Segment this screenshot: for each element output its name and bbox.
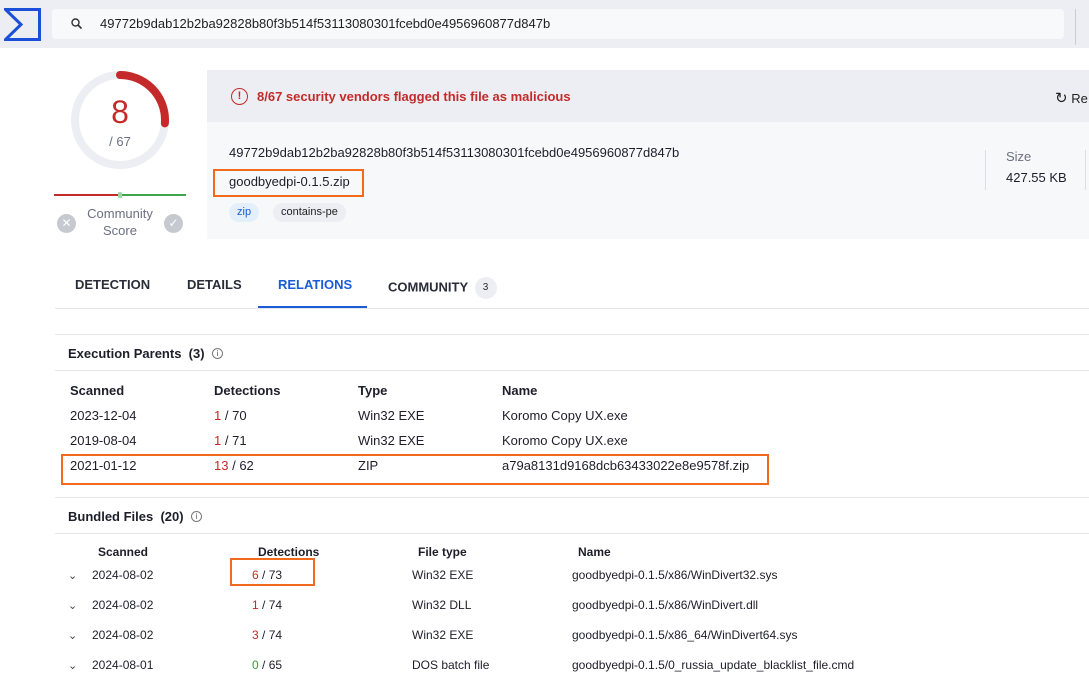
refresh-icon: ↻: [1055, 90, 1068, 107]
detections: 1 / 71: [214, 433, 247, 448]
alert-banner: ! 8/67 security vendors flagged this fil…: [207, 70, 1089, 122]
scanned-date: 2024-08-02: [92, 568, 154, 582]
scanned-date: 2024-08-01: [92, 658, 154, 672]
highlight-box: [61, 454, 769, 485]
downvote-icon[interactable]: ✕: [57, 214, 76, 233]
search-value[interactable]: 49772b9dab12b2ba92828b80f3b514f531130803…: [100, 16, 550, 31]
file-type: Win32 EXE: [412, 628, 474, 642]
detection-count: 0: [252, 658, 259, 672]
col-scanned: Scanned: [70, 383, 125, 398]
bundled-files-title: Bundled Files (20): [68, 509, 184, 524]
tab-relations[interactable]: RELATIONS: [278, 277, 352, 292]
alert-text: 8/67 security vendors flagged this file …: [257, 89, 571, 104]
search-icon: [71, 18, 83, 30]
detection-total: / 67: [109, 134, 131, 149]
scanned-date: 2024-08-02: [92, 598, 154, 612]
divider: [985, 150, 986, 190]
top-bar: 49772b9dab12b2ba92828b80f3b514f531130803…: [0, 0, 1089, 48]
section-count: (20): [160, 509, 184, 524]
size-value: 427.55 KB: [1006, 170, 1067, 185]
detection-count: 8: [111, 94, 129, 130]
highlight-box: [230, 558, 315, 586]
reanalyze-button[interactable]: ↻ Re: [1055, 89, 1088, 107]
detection-count: 3: [252, 628, 259, 642]
file-name-link[interactable]: Koromo Copy UX.exe: [502, 408, 628, 423]
file-name-link[interactable]: goodbyedpi-0.1.5/0_russia_update_blackli…: [572, 658, 854, 672]
community-badge: 3: [474, 277, 497, 299]
section-count: (3): [188, 346, 205, 361]
section-title: Bundled Files: [68, 509, 154, 524]
detections: 0 / 65: [252, 658, 282, 672]
file-type: DOS batch file: [412, 658, 490, 672]
file-hash: 49772b9dab12b2ba92828b80f3b514f531130803…: [229, 145, 680, 160]
chevron-down-icon[interactable]: ⌄: [68, 659, 77, 672]
community-label: Community: [87, 206, 153, 221]
file-name-link[interactable]: Koromo Copy UX.exe: [502, 433, 628, 448]
file-type: Win32 EXE: [358, 408, 425, 423]
community-score-bar: [54, 192, 186, 198]
info-icon[interactable]: i: [191, 511, 202, 522]
tab-community-label: COMMUNITY: [388, 279, 468, 295]
detections: 3 / 74: [252, 628, 282, 642]
file-type: Win32 DLL: [412, 598, 472, 612]
community-score-label: Community Score: [80, 205, 160, 239]
divider: [55, 497, 1089, 498]
chevron-down-icon[interactable]: ⌄: [68, 629, 77, 642]
tab-community[interactable]: COMMUNITY 3: [388, 277, 497, 299]
section-title: Execution Parents: [68, 346, 182, 361]
detection-total: / 70: [224, 408, 247, 423]
chevron-down-icon[interactable]: ⌄: [68, 599, 77, 612]
detection-count: 1: [214, 408, 222, 423]
divider: [55, 533, 1089, 534]
tag-contains-pe[interactable]: contains-pe: [273, 203, 346, 222]
col-type: Type: [358, 383, 388, 398]
info-icon[interactable]: i: [212, 348, 223, 359]
virustotal-logo[interactable]: [4, 8, 41, 41]
file-name-link[interactable]: goodbyedpi-0.1.5/x86/WinDivert.dll: [572, 598, 758, 612]
tab-details[interactable]: DETAILS: [187, 277, 242, 292]
divider: [55, 370, 1089, 371]
col-name: Name: [578, 545, 611, 559]
file-name-link[interactable]: goodbyedpi-0.1.5/x86_64/WinDivert64.sys: [572, 628, 797, 642]
detection-total: / 74: [262, 598, 283, 612]
detection-count: 1: [252, 598, 259, 612]
scanned-date: 2023-12-04: [70, 408, 137, 423]
detections: 1 / 70: [214, 408, 247, 423]
reanalyze-label: Re: [1071, 91, 1088, 106]
col-detections: Detections: [258, 545, 320, 559]
detections: 1 / 74: [252, 598, 282, 612]
file-name-link[interactable]: goodbyedpi-0.1.5/x86/WinDivert32.sys: [572, 568, 777, 582]
file-name: goodbyedpi-0.1.5.zip: [213, 169, 364, 197]
detection-count: 1: [214, 433, 222, 448]
alert-icon: !: [231, 88, 248, 105]
file-summary-card: ! 8/67 security vendors flagged this fil…: [207, 70, 1089, 239]
execution-parents-title: Execution Parents (3): [68, 346, 205, 361]
detection-total: / 65: [262, 658, 283, 672]
file-type: Win32 EXE: [412, 568, 474, 582]
tab-detection[interactable]: DETECTION: [75, 277, 150, 292]
divider: [55, 308, 1089, 309]
search-input[interactable]: 49772b9dab12b2ba92828b80f3b514f531130803…: [52, 9, 1064, 39]
size-label: Size: [1006, 149, 1032, 164]
scanned-date: 2024-08-02: [92, 628, 154, 642]
detection-total: / 71: [224, 433, 247, 448]
col-name: Name: [502, 383, 538, 398]
upvote-icon[interactable]: ✓: [164, 214, 183, 233]
col-scanned: Scanned: [98, 545, 149, 559]
tag-zip[interactable]: zip: [229, 203, 260, 222]
divider: [1075, 9, 1076, 45]
col-detections: Detections: [214, 383, 281, 398]
divider: [1085, 150, 1086, 190]
detection-total: / 74: [262, 628, 283, 642]
divider: [55, 334, 1089, 335]
file-type: Win32 EXE: [358, 433, 425, 448]
score-label: Score: [103, 223, 137, 238]
col-file-type: File type: [418, 545, 467, 559]
scanned-date: 2019-08-04: [70, 433, 137, 448]
chevron-down-icon[interactable]: ⌄: [68, 569, 77, 582]
